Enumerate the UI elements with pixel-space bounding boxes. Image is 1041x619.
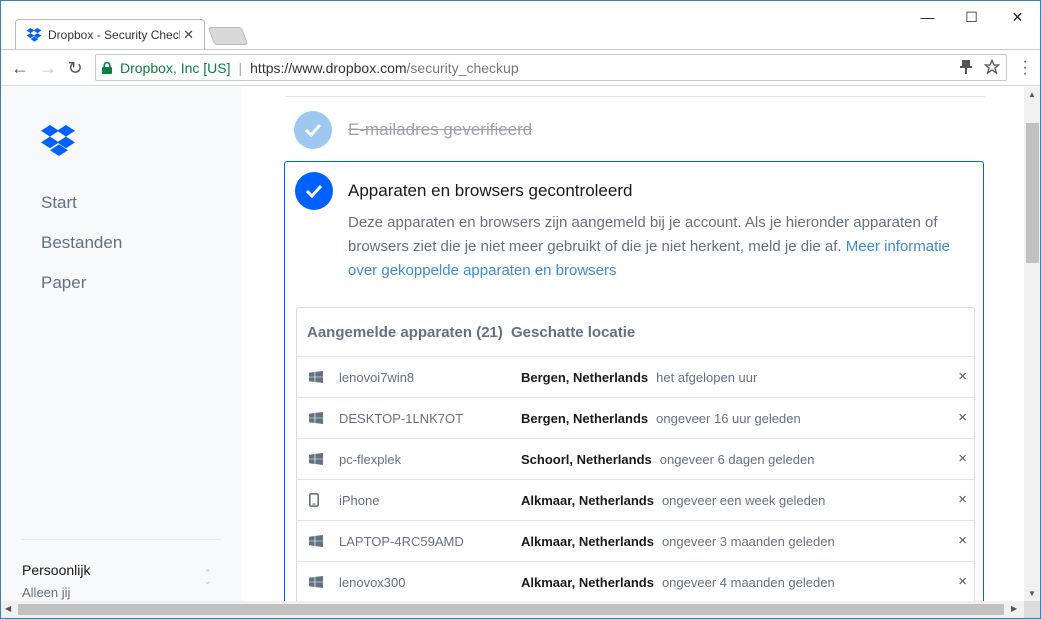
remove-device-icon[interactable]: × xyxy=(958,409,967,426)
section-divider xyxy=(285,96,985,97)
dropbox-logo-icon[interactable] xyxy=(41,125,75,157)
browser-tab[interactable]: Dropbox - Security Check ✕ xyxy=(15,19,205,49)
device-location: Alkmaar, Netherlands xyxy=(521,574,654,590)
device-location: Alkmaar, Netherlands xyxy=(521,492,654,508)
scroll-down-icon[interactable]: ▼ xyxy=(1028,589,1036,598)
url-host: https://www.dropbox.com xyxy=(250,59,407,76)
sidebar-item-paper[interactable]: Paper xyxy=(41,273,86,293)
device-name: iPhone xyxy=(339,492,380,508)
completed-step-label: E-mailadres geverifieerd xyxy=(348,120,533,139)
devices-card: Apparaten en browsers gecontroleerd Deze… xyxy=(284,161,984,601)
url-path: /security_checkup xyxy=(406,59,519,76)
device-location: Bergen, Netherlands xyxy=(521,410,649,426)
maximize-button[interactable]: ☐ xyxy=(949,5,994,29)
sidebar-divider xyxy=(21,539,221,540)
lock-icon xyxy=(102,61,112,74)
new-tab-button[interactable] xyxy=(207,27,249,45)
tab-bar: Dropbox - Security Check ✕ — ☐ ✕ xyxy=(1,1,1040,49)
sidebar-item-start[interactable]: Start xyxy=(41,193,77,213)
horizontal-scrollbar[interactable]: ◀ ▶ xyxy=(1,601,1024,618)
close-window-button[interactable]: ✕ xyxy=(995,5,1040,29)
windows-icon xyxy=(297,535,339,547)
windows-icon xyxy=(297,371,339,383)
remove-device-icon[interactable]: × xyxy=(958,368,967,385)
remove-device-icon[interactable]: × xyxy=(958,532,967,549)
sidebar: Start Bestanden Paper Persoonlijk Alleen… xyxy=(1,87,242,601)
remove-device-icon[interactable]: × xyxy=(958,573,967,590)
minimize-button[interactable]: — xyxy=(905,5,950,29)
secure-label: Dropbox, Inc [US] xyxy=(120,59,231,76)
column-header-location: Geschatte locatie xyxy=(511,323,636,341)
device-name: lenovox300 xyxy=(339,574,406,590)
device-location: Schoorl, Netherlands xyxy=(521,451,652,467)
windows-icon xyxy=(297,576,339,588)
devices-table: Aangemelde apparaten (21) Geschatte loca… xyxy=(296,307,975,601)
phone-icon xyxy=(297,493,339,507)
table-row: lenovox300 Alkmaar, Netherlands ongeveer 4… xyxy=(297,562,974,601)
device-last-active: ongeveer 6 dagen geleden xyxy=(659,451,815,467)
device-name: pc-flexplek xyxy=(339,451,402,467)
page-content: Start Bestanden Paper Persoonlijk Alleen… xyxy=(1,87,1024,601)
account-switcher-subtitle: Alleen jij xyxy=(22,585,71,600)
main-panel: E-mailadres geverifieerd Apparaten en br… xyxy=(242,87,1024,601)
windows-icon xyxy=(297,412,339,424)
check-circle-icon xyxy=(295,172,333,210)
browser-window: Dropbox - Security Check ✕ — ☐ ✕ ← → ↻ D… xyxy=(0,0,1041,619)
scrollbar-corner xyxy=(1024,601,1040,618)
tab-title: Dropbox - Security Check xyxy=(48,27,180,42)
forward-icon[interactable]: → xyxy=(37,57,59,79)
tab-close-icon[interactable]: ✕ xyxy=(183,27,194,43)
device-last-active: ongeveer een week geleden xyxy=(661,492,826,508)
column-header-devices: Aangemelde apparaten (21) xyxy=(307,323,503,341)
table-row: DESKTOP-1LNK7OT Bergen, Netherlands ongeve… xyxy=(297,398,974,439)
table-body: lenovoi7win8 Bergen, Netherlands het afgel… xyxy=(297,357,974,601)
scroll-right-icon[interactable]: ▶ xyxy=(1011,604,1017,613)
address-bar-actions xyxy=(960,59,1000,75)
sidebar-item-bestanden[interactable]: Bestanden xyxy=(41,233,122,253)
card-title: Apparaten en browsers gecontroleerd xyxy=(348,181,633,200)
device-last-active: ongeveer 16 uur geleden xyxy=(656,410,801,426)
horizontal-scroll-thumb[interactable] xyxy=(18,604,1004,615)
browser-toolbar: ← → ↻ Dropbox, Inc [US] | https://www.dr… xyxy=(1,49,1040,86)
table-row: LAPTOP-4RC59AMD Alkmaar, Netherlands ongev… xyxy=(297,521,974,562)
device-name: LAPTOP-4RC59AMD xyxy=(339,533,464,549)
card-description: Deze apparaten en browsers zijn aangemel… xyxy=(348,211,958,283)
pin-icon[interactable] xyxy=(960,59,972,75)
account-switch-chevron-icon[interactable]: ⌃ ⌄ xyxy=(204,569,212,586)
device-name: lenovoi7win8 xyxy=(339,369,415,385)
table-row: lenovoi7win8 Bergen, Netherlands het afgel… xyxy=(297,357,974,398)
scroll-up-icon[interactable]: ▲ xyxy=(1028,90,1036,99)
check-circle-icon xyxy=(294,111,332,149)
account-switcher-name[interactable]: Persoonlijk xyxy=(22,562,90,578)
reload-icon[interactable]: ↻ xyxy=(64,57,86,79)
address-bar[interactable]: Dropbox, Inc [US] | https://www.dropbox.… xyxy=(95,54,1007,81)
completed-step: E-mailadres geverifieerd xyxy=(294,111,532,149)
url-text: https://www.dropbox.com/security_checkup xyxy=(250,60,518,76)
remove-device-icon[interactable]: × xyxy=(958,450,967,467)
device-name: DESKTOP-1LNK7OT xyxy=(339,410,464,426)
device-last-active: het afgelopen uur xyxy=(656,369,758,385)
vertical-scrollbar[interactable]: ▲ ▼ xyxy=(1024,87,1040,601)
bookmark-star-icon[interactable] xyxy=(984,59,1000,75)
device-location: Bergen, Netherlands xyxy=(521,369,649,385)
device-last-active: ongeveer 4 maanden geleden xyxy=(661,574,835,590)
device-location: Alkmaar, Netherlands xyxy=(521,533,654,549)
browser-menu-icon[interactable]: · · · xyxy=(1022,54,1028,82)
windows-icon xyxy=(297,453,339,465)
table-header: Aangemelde apparaten (21) Geschatte loca… xyxy=(297,308,974,357)
scroll-left-icon[interactable]: ◀ xyxy=(5,604,11,613)
remove-device-icon[interactable]: × xyxy=(958,491,967,508)
device-last-active: ongeveer 3 maanden geleden xyxy=(661,533,835,549)
table-row: pc-flexplek Schoorl, Netherlands ongeveer … xyxy=(297,439,974,480)
vertical-scroll-thumb[interactable] xyxy=(1026,123,1039,263)
address-separator: | xyxy=(238,59,243,76)
dropbox-favicon-icon xyxy=(26,27,42,42)
secure-indicator[interactable]: Dropbox, Inc [US] xyxy=(102,60,231,76)
table-row: iPhone Alkmaar, Netherlands ongeveer een w… xyxy=(297,480,974,521)
back-icon[interactable]: ← xyxy=(9,57,31,79)
